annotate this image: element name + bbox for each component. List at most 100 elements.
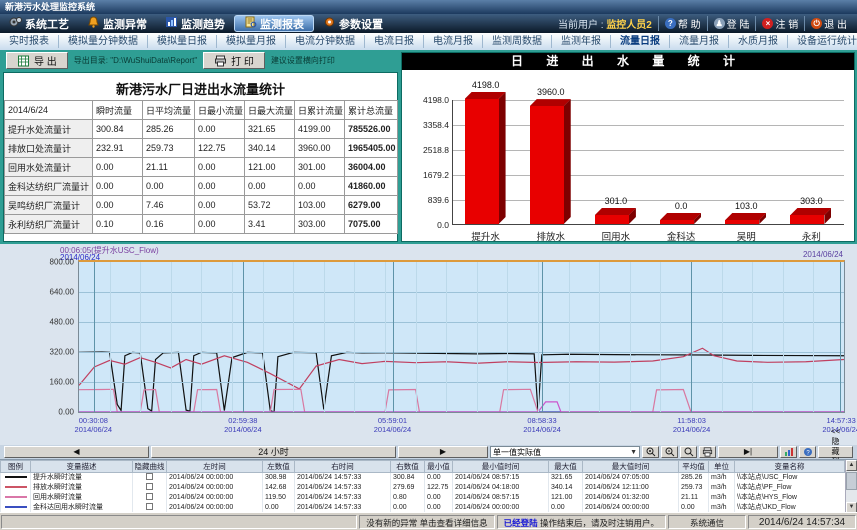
flow-table-row[interactable]: 排放口处流量计232.91259.73122.75340.143960.0019… — [5, 139, 398, 158]
flow-table-row[interactable]: 提升水处流量计300.84285.260.00321.654199.007855… — [5, 120, 398, 139]
flow-row-name: 回用水处流量计 — [5, 158, 93, 177]
max-time: 2014/06/24 01:32:00 — [583, 493, 679, 503]
tab-模拟量日报[interactable]: 模拟量日报 — [148, 35, 217, 48]
tab-电流日报[interactable]: 电流日报 — [365, 35, 424, 48]
trend-vgrid-major — [243, 262, 244, 412]
zoom-reset-button[interactable] — [680, 446, 697, 458]
menu-item-参数设置[interactable]: 参数设置 — [314, 15, 392, 32]
tab-监测周数据[interactable]: 监测周数据 — [483, 35, 552, 48]
tab-水质月报[interactable]: 水质月报 — [729, 35, 788, 48]
tab-设备运行统计[interactable]: 设备运行统计 — [788, 35, 857, 48]
variable-col-header: 最大值 — [549, 461, 583, 473]
menu-item-监测趋势[interactable]: 监测趋势 — [156, 15, 234, 32]
menu-item-监测异常[interactable]: 监测异常 — [78, 15, 156, 32]
status-comm: 系统通信 — [668, 515, 746, 529]
flow-cell: 785526.00 — [345, 120, 398, 139]
scrollbar-thumb[interactable] — [846, 472, 857, 490]
bar-value-label: 301.0 — [605, 196, 628, 206]
tab-电流月报[interactable]: 电流月报 — [424, 35, 483, 48]
hide-curve-checkbox[interactable] — [146, 473, 153, 480]
flow-cell: 0.00 — [93, 177, 143, 196]
zoom-out-button[interactable] — [661, 446, 678, 458]
trend-xtick-label: 02:59:382014/06/24 — [224, 416, 262, 434]
variable-col-header: 左数值 — [263, 461, 295, 473]
bar-回用水 — [595, 215, 629, 224]
hide-curve-cell — [133, 483, 167, 493]
variable-desc: 回用水瞬时流量 — [31, 493, 133, 503]
hide-curve-checkbox[interactable] — [146, 493, 153, 500]
login-user-icon: ♟ — [714, 18, 725, 29]
hide-list-button[interactable]: << 隐藏列表 — [818, 446, 853, 458]
help-button[interactable]: ?帮 助 — [658, 16, 707, 31]
min-value: 0.00 — [425, 493, 453, 503]
trend-vgrid-minor — [354, 262, 355, 412]
session-actions: ?帮 助♟登 陆×注 销⏻退 出 — [658, 16, 853, 31]
help-trend-button[interactable]: ? — [799, 446, 816, 458]
tab-流量日报[interactable]: 流量日报 — [611, 35, 670, 48]
tab-实时报表[interactable]: 实时报表 — [0, 35, 59, 48]
print-button[interactable]: 打 印 — [203, 52, 265, 69]
bar-value-label: 303.0 — [800, 196, 823, 206]
login-user-button[interactable]: ♟登 陆 — [707, 16, 756, 31]
right-time: 2014/06/24 14:57:33 — [295, 483, 391, 493]
trend-vgrid-minor — [263, 262, 264, 412]
flow-cell: 36004.00 — [345, 158, 398, 177]
flow-table-row[interactable]: 回用水处流量计0.0021.110.00121.00301.0036004.00 — [5, 158, 398, 177]
logout-button[interactable]: ×注 销 — [755, 16, 804, 31]
hide-curve-cell — [133, 473, 167, 484]
max-value: 121.00 — [549, 493, 583, 503]
tab-电流分钟数据[interactable]: 电流分钟数据 — [286, 35, 365, 48]
flow-cell: 0.00 — [195, 158, 245, 177]
chart-settings-button[interactable] — [780, 446, 797, 458]
unit: m3/h — [709, 483, 735, 493]
trend-end-date: 2014/06/24 — [803, 250, 843, 259]
hide-curve-checkbox[interactable] — [146, 503, 153, 510]
play-to-end-button[interactable]: ▶| — [718, 446, 778, 458]
flow-date-header: 2014/6/24 — [5, 101, 93, 120]
next-period-button[interactable]: ▶ — [398, 446, 488, 458]
print-hint: 建议设置横向打印 — [271, 55, 335, 66]
value-mode-selected: 单一值实际值 — [493, 447, 541, 458]
tab-监测年报[interactable]: 监测年报 — [552, 35, 611, 48]
flow-col-header: 日平均流量 — [143, 101, 195, 120]
menu-item-label: 监测异常 — [103, 16, 147, 32]
trend-vgrid-minor — [477, 262, 478, 412]
legend-line-swatch — [5, 476, 27, 478]
flow-table-row[interactable]: 金科达纺织厂流量计0.000.000.000.000.0041860.00 — [5, 177, 398, 196]
trend-vgrid-minor — [783, 262, 784, 412]
flow-cell: 3960.00 — [295, 139, 345, 158]
flow-cell: 0.00 — [295, 177, 345, 196]
vertical-scrollbar[interactable]: ▲ ▼ — [845, 460, 857, 513]
menu-item-监测报表[interactable]: 监测报表 — [234, 15, 314, 32]
value-mode-dropdown[interactable]: 单一值实际值 ▼ — [490, 446, 640, 458]
printer-icon — [214, 55, 227, 67]
scroll-up-button[interactable]: ▲ — [846, 460, 857, 471]
time-range-button[interactable]: 24 小时 — [151, 446, 396, 458]
tab-模拟量月报[interactable]: 模拟量月报 — [217, 35, 286, 48]
variable-col-header: 右数值 — [391, 461, 425, 473]
prev-period-button[interactable]: ◀ — [4, 446, 149, 458]
variable-row[interactable]: 提升水瞬时流量2014/06/24 00:00:00308.982014/06/… — [1, 473, 845, 484]
flow-cell: 303.00 — [295, 215, 345, 234]
export-button[interactable]: 导 出 — [6, 52, 68, 69]
trend-vgrid-minor — [446, 262, 447, 412]
flow-cell: 259.73 — [143, 139, 195, 158]
action-label: 帮 助 — [678, 16, 701, 31]
bar-chart-plot: 0.0839.61679.22518.83358.44198.04198.0提升… — [452, 100, 844, 225]
menu-item-系统工艺[interactable]: 系统工艺 — [0, 15, 78, 32]
avg-value: 21.11 — [679, 493, 709, 503]
flow-table-row[interactable]: 永利纺织厂流量计0.100.160.003.41303.007075.00 — [5, 215, 398, 234]
legend-line-swatch — [5, 506, 27, 508]
variable-row[interactable]: 排放水瞬时流量2014/06/24 00:00:00142.682014/06/… — [1, 483, 845, 493]
exit-button[interactable]: ⏻退 出 — [804, 16, 853, 31]
tab-流量月报[interactable]: 流量月报 — [670, 35, 729, 48]
print-trend-button[interactable] — [699, 446, 716, 458]
hide-curve-checkbox[interactable] — [146, 483, 153, 490]
zoom-in-button[interactable] — [642, 446, 659, 458]
variable-row[interactable]: 回用水瞬时流量2014/06/24 00:00:00119.502014/06/… — [1, 493, 845, 503]
status-alarm-message[interactable]: 没有新的异常 单击查看详细信息 — [359, 515, 494, 529]
tab-模拟量分钟数据[interactable]: 模拟量分钟数据 — [59, 35, 148, 48]
trend-plot-area[interactable]: 0.00160.00320.00480.00640.00800.00 — [78, 260, 845, 413]
flow-table-row[interactable]: 吴鸣纺织厂流量计0.007.460.0053.72103.006279.00 — [5, 196, 398, 215]
flow-cell: 321.65 — [245, 120, 295, 139]
